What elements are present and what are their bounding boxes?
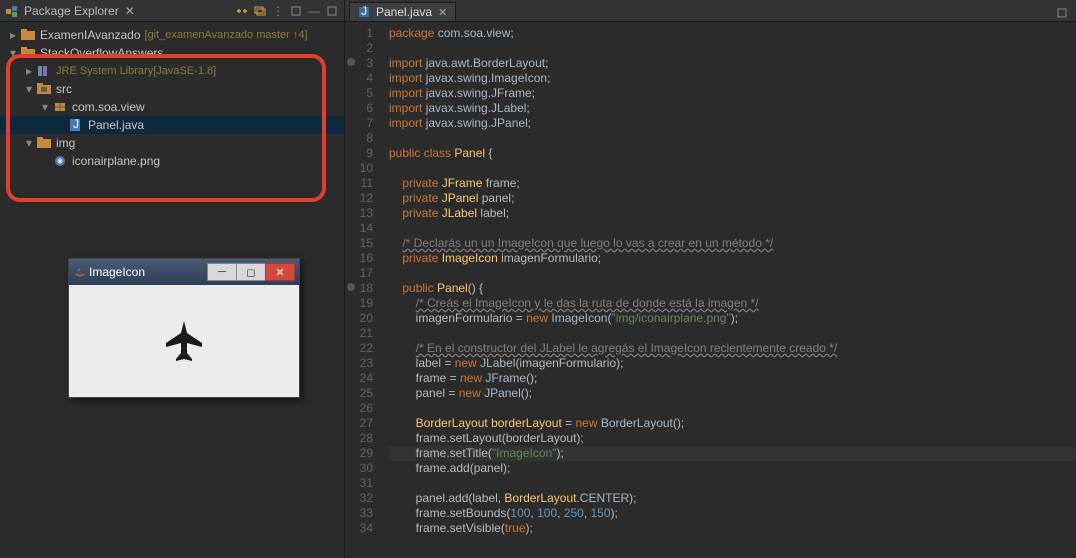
twisty-icon[interactable]: ▾: [22, 82, 36, 96]
preview-window[interactable]: ImageIcon ─ ◻ ✕: [68, 258, 300, 398]
tab-close-x[interactable]: ✕: [125, 4, 135, 18]
tree-item-stackoverflowanswers[interactable]: ▾ StackOverflowAnswers: [0, 44, 344, 62]
tree-item-iconairplane-png[interactable]: iconairplane.png: [0, 152, 344, 170]
svg-text:J: J: [361, 6, 367, 18]
tree-item-panel-java[interactable]: J Panel.java: [0, 116, 344, 134]
code-editor[interactable]: 1234567891011121314151617181920212223242…: [345, 22, 1076, 558]
tab-label: Panel.java: [376, 5, 432, 19]
proj-icon: [20, 47, 36, 59]
tree-label: StackOverflowAnswers: [40, 46, 163, 60]
tree-decoration: [git_examenAvanzado master ↑4]: [145, 29, 308, 41]
explorer-header: Package Explorer ✕ ⋮ —: [0, 0, 344, 22]
editor-pane: J Panel.java ✕ 1234567891011121314151617…: [345, 0, 1076, 558]
tree-label: Panel.java: [88, 118, 144, 132]
proj-icon: [20, 29, 36, 41]
airplane-icon: [164, 319, 204, 363]
tree-label: iconairplane.png: [72, 154, 160, 168]
editor-tabbar: J Panel.java ✕: [345, 0, 1076, 22]
tree-decoration: [JavaSE-1.8]: [153, 65, 216, 77]
view-menu-icon[interactable]: ⋮: [270, 3, 286, 19]
line-gutter[interactable]: 1234567891011121314151617181920212223242…: [345, 22, 381, 558]
win-close-button[interactable]: ✕: [265, 263, 295, 281]
twisty-icon[interactable]: ▸: [6, 28, 20, 42]
editor-maximize-icon[interactable]: [1054, 5, 1070, 21]
tree-label: com.soa.view: [72, 100, 145, 114]
tree-item-src[interactable]: ▾ src: [0, 80, 344, 98]
tab-panel-java[interactable]: J Panel.java ✕: [349, 2, 456, 21]
lib-icon: [36, 65, 52, 77]
focus-icon[interactable]: [288, 3, 304, 19]
preview-title: ImageIcon: [89, 265, 145, 279]
tree-label: ExamenIAvanzado: [40, 28, 141, 42]
twisty-icon[interactable]: ▸: [22, 64, 36, 78]
tree-label: JRE System Library: [56, 65, 153, 77]
java-file-icon: J: [358, 6, 370, 18]
java-icon: [73, 265, 89, 279]
tree-label: src: [56, 82, 72, 96]
tree-label: img: [56, 136, 75, 150]
preview-titlebar[interactable]: ImageIcon ─ ◻ ✕: [69, 259, 299, 285]
package-explorer-icon: [4, 3, 20, 19]
pkg-icon: [52, 101, 68, 113]
tree-item-exameniavanzado[interactable]: ▸ ExamenIAvanzado [git_examenAvanzado mas…: [0, 26, 344, 44]
fold-icon: [36, 137, 52, 149]
package-explorer-pane: Package Explorer ✕ ⋮ — ▸ ExamenIAvanzado …: [0, 0, 345, 558]
twisty-icon[interactable]: ▾: [22, 136, 36, 150]
link-editor-icon[interactable]: [234, 3, 250, 19]
win-minimize-button[interactable]: ─: [207, 263, 237, 281]
srcf-icon: [36, 83, 52, 95]
preview-body: [69, 285, 299, 397]
svg-text:J: J: [73, 119, 79, 131]
twisty-icon[interactable]: ▾: [38, 100, 52, 114]
java-icon: J: [68, 119, 84, 131]
minimize-icon[interactable]: —: [306, 3, 322, 19]
twisty-icon[interactable]: ▾: [6, 46, 20, 60]
tree-item-com-soa-view[interactable]: ▾ com.soa.view: [0, 98, 344, 116]
tree-item-jre-system-library[interactable]: ▸ JRE System Library [JavaSE-1.8]: [0, 62, 344, 80]
tree-item-img[interactable]: ▾ img: [0, 134, 344, 152]
code-area[interactable]: package com.soa.view; import java.awt.Bo…: [381, 22, 1076, 558]
tab-close-icon[interactable]: ✕: [438, 6, 447, 19]
win-maximize-button[interactable]: ◻: [236, 263, 266, 281]
explorer-title: Package Explorer: [24, 4, 119, 18]
collapse-all-icon[interactable]: [252, 3, 268, 19]
file-icon: [52, 155, 68, 167]
maximize-icon[interactable]: [324, 3, 340, 19]
